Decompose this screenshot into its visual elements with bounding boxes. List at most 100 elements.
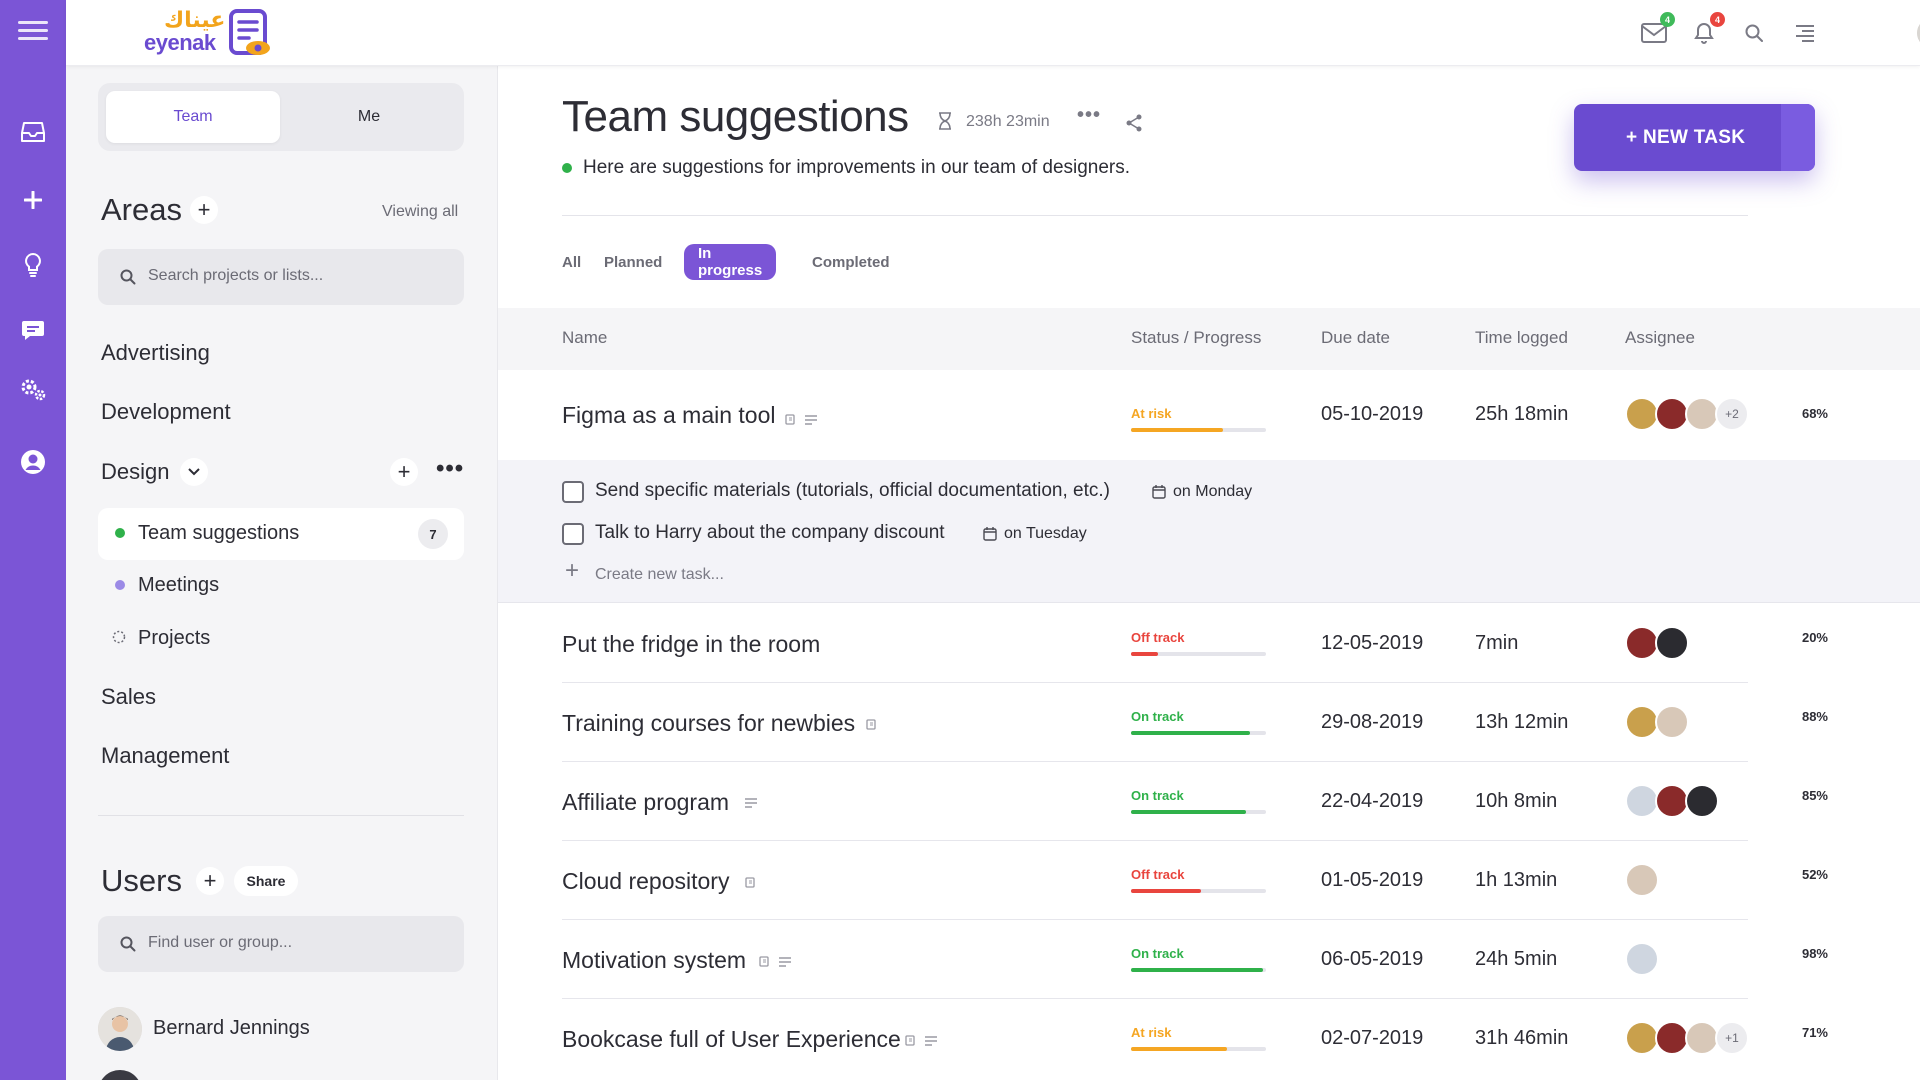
mail-icon[interactable]: 4 — [1639, 12, 1675, 48]
add-list-button[interactable]: + — [390, 458, 418, 486]
column-status[interactable]: Status / Progress — [1131, 328, 1261, 348]
filter-planned[interactable]: Planned — [604, 244, 662, 280]
chevron-down-icon[interactable] — [180, 458, 208, 486]
column-assignee[interactable]: Assignee — [1625, 328, 1695, 348]
area-sales[interactable]: Sales — [101, 684, 156, 710]
plus-icon[interactable]: + — [565, 557, 579, 585]
progress-percent: 52% — [1801, 867, 1828, 882]
toggle-me[interactable]: Me — [282, 91, 456, 143]
create-task-input[interactable]: Create new task... — [595, 566, 724, 584]
progress-fill — [1131, 810, 1246, 814]
area-design[interactable]: Design — [101, 459, 169, 485]
avatar[interactable] — [98, 1070, 142, 1080]
menu-icon[interactable] — [0, 11, 66, 51]
task-name[interactable]: Figma as a main tool — [562, 402, 775, 429]
lightbulb-icon[interactable] — [0, 245, 66, 285]
task-name[interactable]: Affiliate program — [562, 789, 729, 816]
list-item-meetings[interactable]: Meetings — [138, 574, 219, 597]
task-name[interactable]: Put the fridge in the room — [562, 631, 820, 658]
plus-icon[interactable] — [0, 180, 66, 220]
list-item-team-suggestions[interactable]: Team suggestions — [138, 522, 299, 545]
logo-text: eyenak — [144, 30, 216, 55]
column-time-logged[interactable]: Time logged — [1475, 328, 1568, 348]
filter-completed[interactable]: Completed — [812, 244, 890, 280]
user-icon[interactable] — [0, 442, 66, 482]
table-row[interactable]: Motivation system On track 98% 06-05-201… — [562, 920, 1828, 999]
status-label: At risk — [1131, 1025, 1172, 1040]
status-dot — [115, 580, 125, 590]
task-name[interactable]: Training courses for newbies — [562, 710, 855, 737]
header-divider — [562, 215, 1748, 216]
area-management[interactable]: Management — [101, 743, 229, 769]
inbox-icon[interactable] — [0, 112, 66, 152]
more-assignees: +1 — [1715, 1021, 1749, 1055]
list-item-projects[interactable]: Projects — [138, 627, 210, 650]
due-date: 05-10-2019 — [1321, 403, 1424, 425]
app-logo[interactable]: عيناك eyenak — [144, 8, 284, 58]
subtask-label[interactable]: Talk to Harry about the company discount — [595, 522, 945, 544]
avatar — [1655, 1021, 1689, 1055]
column-due-date[interactable]: Due date — [1321, 328, 1390, 348]
status-label: Off track — [1131, 867, 1185, 882]
share-icon[interactable] — [1125, 114, 1143, 132]
avatar — [1655, 397, 1689, 431]
toggle-team[interactable]: Team — [106, 91, 280, 143]
page-description: Here are suggestions for improvements in… — [583, 157, 1131, 178]
status-dot — [115, 528, 125, 538]
attachment-icon — [745, 877, 755, 888]
add-area-button[interactable]: + — [190, 196, 218, 224]
due-date: 02-07-2019 — [1321, 1027, 1424, 1049]
more-horizontal-icon[interactable]: ••• — [1077, 104, 1101, 127]
chat-icon[interactable] — [0, 311, 66, 351]
user-search-input[interactable]: Find user or group... — [98, 916, 464, 972]
subtask-label[interactable]: Send specific materials (tutorials, offi… — [595, 480, 1110, 502]
column-name[interactable]: Name — [562, 328, 607, 348]
task-name[interactable]: Motivation system — [562, 947, 746, 974]
progress-bar — [1131, 889, 1266, 893]
area-advertising[interactable]: Advertising — [101, 340, 210, 366]
table-row[interactable]: Affiliate program On track 85% 22-04-201… — [562, 762, 1828, 841]
settings-icon[interactable] — [0, 370, 66, 410]
share-button[interactable]: Share — [234, 866, 298, 896]
avatar — [98, 1007, 142, 1051]
users-title: Users — [101, 863, 182, 898]
add-user-button[interactable]: + — [196, 867, 224, 895]
logo-mark-icon — [229, 9, 270, 55]
task-name[interactable]: Bookcase full of User Experience — [562, 1026, 901, 1053]
table-row[interactable]: Figma as a main tool At risk 68% 05-10-2… — [562, 370, 1828, 460]
mail-badge: 4 — [1660, 12, 1675, 27]
status-dot — [562, 163, 572, 173]
filter-all[interactable]: All — [562, 244, 581, 280]
progress-fill — [1131, 889, 1202, 893]
bell-badge: 4 — [1710, 12, 1725, 27]
viewing-all-link[interactable]: Viewing all — [382, 203, 458, 221]
new-task-split[interactable] — [1781, 104, 1815, 171]
progress-bar — [1131, 652, 1266, 656]
table-row[interactable]: Bookcase full of User Experience At risk… — [562, 999, 1828, 1078]
bell-icon[interactable]: 4 — [1689, 12, 1725, 48]
task-name[interactable]: Cloud repository — [562, 868, 729, 895]
avatar — [1685, 1021, 1719, 1055]
new-task-button[interactable]: + NEW TASK — [1574, 104, 1815, 171]
table-row[interactable]: Cloud repository Off track 52% 01-05-201… — [562, 841, 1828, 920]
subtask-checkbox[interactable] — [562, 523, 584, 545]
time-logged: 31h 46min — [1475, 1027, 1569, 1049]
progress-fill — [1131, 968, 1264, 972]
table-row[interactable]: Put the fridge in the room Off track 20%… — [562, 604, 1828, 683]
area-development[interactable]: Development — [101, 399, 231, 425]
table-header: Name Status / Progress Due date Time log… — [498, 308, 1920, 370]
avatar — [1685, 784, 1719, 818]
status-label: On track — [1131, 709, 1184, 724]
time-logged: 25h 18min — [1475, 403, 1569, 425]
text-align-right-icon[interactable] — [1789, 18, 1819, 48]
table-row[interactable]: Training courses for newbies On track 88… — [562, 683, 1828, 762]
progress-fill — [1131, 652, 1158, 656]
project-search-input[interactable]: Search projects or lists... — [98, 249, 464, 305]
time-logged: 13h 12min — [1475, 711, 1569, 733]
subtask-checkbox[interactable] — [562, 481, 584, 503]
more-horizontal-icon[interactable]: ••• — [436, 455, 464, 483]
avatar — [1625, 626, 1659, 660]
filter-in-progress[interactable]: In progress — [684, 244, 777, 280]
search-icon[interactable] — [1739, 18, 1769, 48]
avatar — [1685, 397, 1719, 431]
